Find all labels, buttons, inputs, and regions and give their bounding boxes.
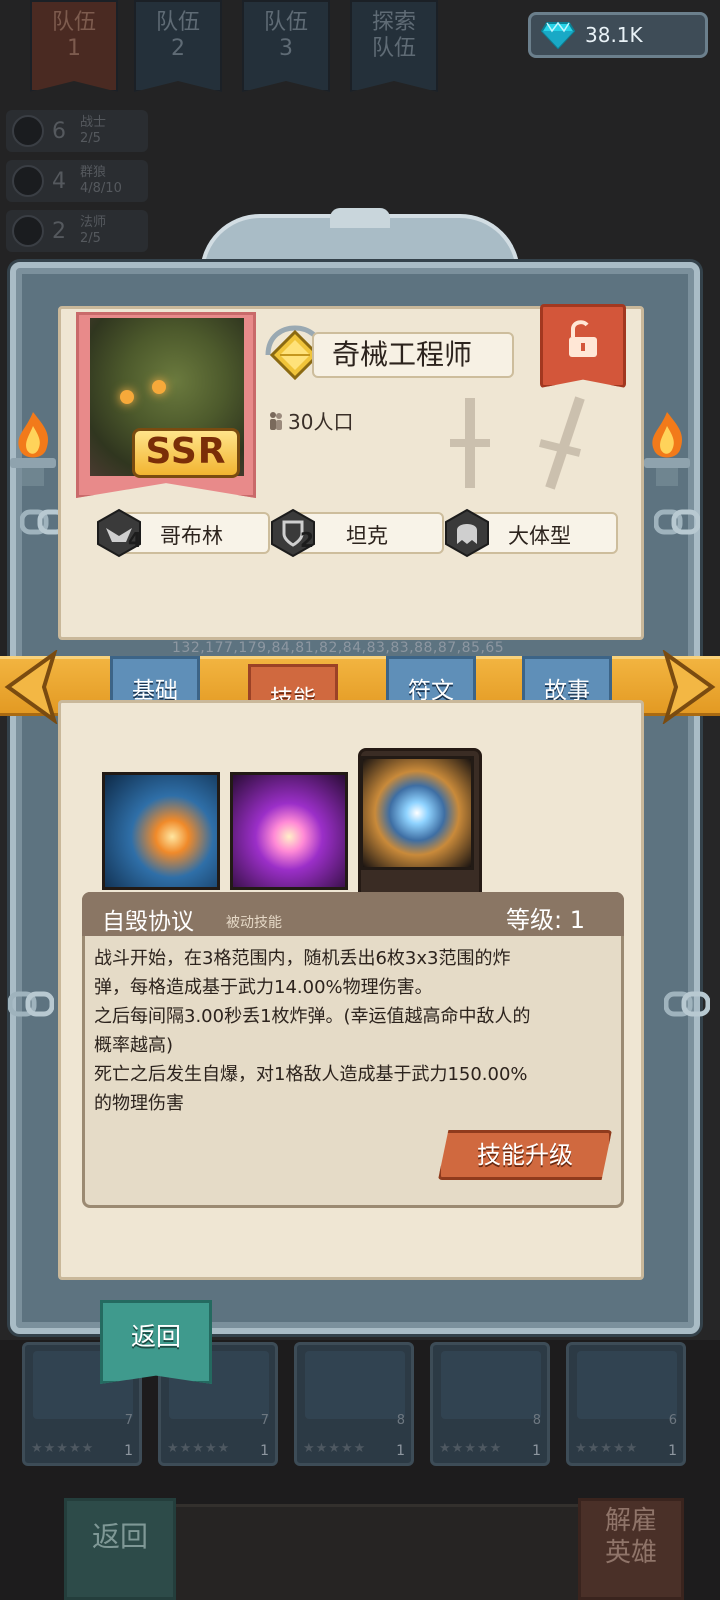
skill-type: 被动技能 xyxy=(226,915,282,931)
dismiss-hero-label1: 解雇 xyxy=(604,1506,657,1536)
star-rating-icon: ★★★★★ xyxy=(31,1441,95,1456)
hero-card-pop: 7 xyxy=(260,1413,269,1428)
tab-explore-team[interactable]: 探索 队伍 xyxy=(350,0,438,92)
faction-wolves[interactable]: 4 群狼 4/8/10 xyxy=(6,160,148,202)
chain-icon xyxy=(654,509,700,535)
tag-tank-count: 2 xyxy=(300,528,314,552)
chain-icon xyxy=(8,991,54,1017)
hero-population: 30人口 xyxy=(268,406,353,435)
gem-counter[interactable]: 38.1K xyxy=(528,12,708,58)
torch-icon xyxy=(644,412,690,486)
footer-back-button[interactable]: 返回 xyxy=(64,1498,176,1600)
portrait-eye xyxy=(120,390,134,404)
faction-mage[interactable]: 2 法师 2/5 xyxy=(6,210,148,252)
chain-icon xyxy=(664,991,710,1017)
tag-goblin-label: 哥布林 xyxy=(160,524,223,548)
hero-card-art xyxy=(305,1351,405,1419)
hero-card-level: 1 xyxy=(668,1443,677,1459)
tab-team-2[interactable]: 队伍 2 xyxy=(134,0,222,92)
hero-card-pop: 8 xyxy=(396,1413,405,1428)
hero-card[interactable]: 8 ★★★★★ 1 xyxy=(294,1342,414,1466)
rarity-badge: SSR xyxy=(132,428,240,478)
tab-explore-team-label2: 队伍 xyxy=(371,36,416,61)
faction-name: 法师 xyxy=(80,215,107,230)
skill-slot-1-icon[interactable] xyxy=(102,772,220,890)
hero-name: 奇械工程师 xyxy=(312,332,514,378)
crossed-swords-icon xyxy=(450,396,585,490)
skill-slot-2-icon[interactable] xyxy=(230,772,348,890)
previous-hero-arrow-icon[interactable] xyxy=(4,650,58,724)
tab-team-1[interactable]: 队伍 1 xyxy=(30,0,118,92)
dismiss-hero-label2: 英雄 xyxy=(604,1538,657,1568)
portrait-eye xyxy=(152,380,166,394)
star-rating-icon: ★★★★★ xyxy=(575,1441,639,1456)
faction-info: 法师 2/5 xyxy=(80,215,106,247)
hero-card-art xyxy=(577,1351,677,1419)
faction-count: 4 xyxy=(52,168,66,194)
hero-card-pop: 7 xyxy=(124,1413,133,1428)
tab-team-3-label: 队伍 xyxy=(263,10,308,35)
mage-icon xyxy=(12,215,44,247)
tab-team-2-number: 2 xyxy=(171,36,185,61)
faction-name: 群狼 xyxy=(80,165,107,180)
faction-count: 6 xyxy=(52,118,66,144)
diamond-icon xyxy=(541,21,575,49)
hero-card-level: 1 xyxy=(396,1443,405,1459)
tag-tank-label: 坦克 xyxy=(346,524,388,548)
faction-name: 战士 xyxy=(80,115,107,130)
skill-name: 自毁协议 xyxy=(102,909,194,935)
faction-info: 战士 2/5 xyxy=(80,115,106,147)
hero-card-level: 1 xyxy=(260,1443,269,1459)
tag-large-size-label: 大体型 xyxy=(508,524,571,548)
tab-explore-team-label1: 探索 xyxy=(371,10,416,35)
skill-slot-3-icon[interactable] xyxy=(360,756,474,870)
skill-upgrade-button[interactable]: 技能升级 xyxy=(438,1130,612,1180)
hero-card[interactable]: 8 ★★★★★ 1 xyxy=(430,1342,550,1466)
gem-amount: 38.1K xyxy=(585,23,643,47)
unlock-icon xyxy=(569,320,597,357)
large-body-icon xyxy=(445,508,489,558)
population-icon xyxy=(270,411,282,430)
population-text: 30人口 xyxy=(288,410,354,434)
tag-goblin-count: 4 xyxy=(128,528,142,552)
hero-card-pop: 6 xyxy=(668,1413,677,1428)
tab-team-3[interactable]: 队伍 3 xyxy=(242,0,330,92)
lock-toggle-button[interactable] xyxy=(540,304,626,388)
star-rating-icon: ★★★★★ xyxy=(167,1441,231,1456)
faction-count: 2 xyxy=(52,218,66,244)
hero-card[interactable]: 6 ★★★★★ 1 xyxy=(566,1342,686,1466)
skill-level: 等级: 1 xyxy=(506,906,585,934)
next-hero-arrow-icon[interactable] xyxy=(662,650,716,724)
skill-description: 战斗开始，在3格范围内，随机丢出6枚3x3范围的炸 弹，每格造成基于武力14.0… xyxy=(94,948,531,1114)
star-rating-icon: ★★★★★ xyxy=(303,1441,367,1456)
tab-team-2-label: 队伍 xyxy=(155,10,200,35)
faction-progress: 2/5 xyxy=(80,231,101,246)
faction-progress: 4/8/10 xyxy=(80,181,122,196)
anchor-icon xyxy=(12,115,44,147)
star-rating-icon: ★★★★★ xyxy=(439,1441,503,1456)
hero-card-art xyxy=(441,1351,541,1419)
hero-card-level: 1 xyxy=(124,1443,133,1459)
back-button[interactable]: 返回 xyxy=(100,1300,212,1384)
tab-team-1-label: 队伍 xyxy=(51,10,96,35)
footer-bar xyxy=(176,1504,578,1600)
faction-info: 群狼 4/8/10 xyxy=(80,165,122,197)
faction-warrior[interactable]: 6 战士 2/5 xyxy=(6,110,148,152)
frame-arch-top xyxy=(330,208,390,228)
dismiss-hero-button[interactable]: 解雇 英雄 xyxy=(578,1498,684,1600)
faction-progress: 2/5 xyxy=(80,131,101,146)
hero-card-pop: 8 xyxy=(532,1413,541,1428)
hero-card-level: 1 xyxy=(532,1443,541,1459)
torch-icon xyxy=(10,412,56,486)
stats-readout: 132,177,179,84,81,82,84,83,83,88,87,85,6… xyxy=(172,640,505,656)
tab-team-3-number: 3 xyxy=(279,36,293,61)
tab-team-1-number: 1 xyxy=(67,36,81,61)
wolf-icon xyxy=(12,165,44,197)
